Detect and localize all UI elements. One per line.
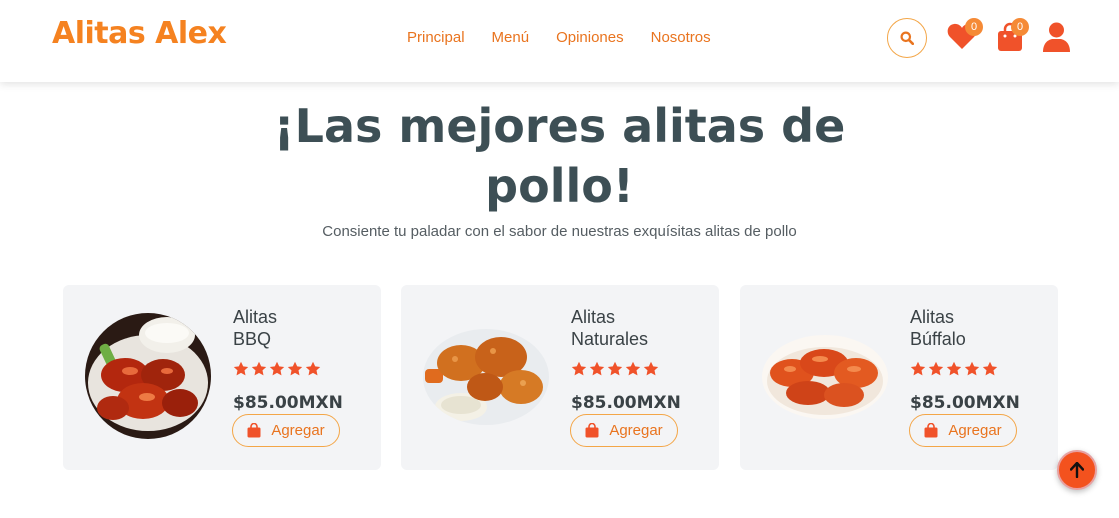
- nav-link-opiniones[interactable]: Opiniones: [556, 29, 624, 46]
- star-icon: [964, 361, 980, 376]
- add-to-cart-button[interactable]: Agregar: [909, 414, 1017, 447]
- arrow-up-icon: [1070, 462, 1084, 478]
- star-icon: [305, 361, 321, 376]
- star-icon: [625, 361, 641, 376]
- cart-count-badge: 0: [1011, 18, 1029, 36]
- nav-link-principal[interactable]: Principal: [407, 29, 465, 46]
- star-icon: [571, 361, 587, 376]
- hero-subtitle: Consiente tu paladar con el sabor de nue…: [322, 223, 797, 240]
- hero-title-line-2: pollo!: [485, 159, 634, 213]
- star-icon: [589, 361, 605, 376]
- favorites-count-badge: 0: [965, 18, 983, 36]
- add-to-cart-button[interactable]: Agregar: [232, 414, 340, 447]
- product-image-naturales: [423, 329, 549, 425]
- shopping-bag-icon: [924, 423, 938, 438]
- product-name: Alitas BBQ: [233, 307, 278, 349]
- search-button[interactable]: [887, 18, 927, 58]
- star-icon: [982, 361, 998, 376]
- account-button[interactable]: [1043, 22, 1070, 57]
- hero-title: ¡Las mejores alitas de pollo!: [0, 96, 1119, 216]
- product-price: $85.00MXN: [571, 393, 681, 413]
- star-icon: [251, 361, 267, 376]
- product-card-buffalo: Alitas Búffalo $85.00MXN Agregar: [740, 285, 1058, 470]
- nav-link-nosotros[interactable]: Nosotros: [651, 29, 711, 46]
- site-logo[interactable]: Alitas Alex: [52, 16, 227, 51]
- favorites-button[interactable]: 0: [947, 18, 983, 55]
- site-header: Alitas Alex Principal Menú Opiniones Nos…: [0, 0, 1119, 82]
- star-icon: [928, 361, 944, 376]
- product-price: $85.00MXN: [233, 393, 343, 413]
- product-name: Alitas Búffalo: [910, 307, 966, 349]
- cart-button[interactable]: 0: [997, 18, 1029, 57]
- star-icon: [269, 361, 285, 376]
- search-icon: [900, 31, 914, 45]
- star-icon: [607, 361, 623, 376]
- shopping-bag-icon: [247, 423, 261, 438]
- user-icon: [1043, 22, 1070, 52]
- star-icon: [233, 361, 249, 376]
- star-icon: [946, 361, 962, 376]
- product-rating: [233, 361, 321, 376]
- nav-link-menu[interactable]: Menú: [492, 29, 530, 46]
- product-name: Alitas Naturales: [571, 307, 649, 349]
- shopping-bag-icon: [585, 423, 599, 438]
- scroll-to-top-button[interactable]: [1057, 450, 1097, 490]
- star-icon: [643, 361, 659, 376]
- hero-title-line-1: ¡Las mejores alitas de: [273, 99, 846, 153]
- product-image-buffalo: [762, 335, 888, 419]
- product-image-bbq: [85, 313, 211, 439]
- product-card-bbq: Alitas BBQ $85.00MXN Agregar: [63, 285, 381, 470]
- main-nav: Principal Menú Opiniones Nosotros: [407, 29, 738, 46]
- star-icon: [910, 361, 926, 376]
- product-card-naturales: Alitas Naturales $85.00MXN Agregar: [401, 285, 719, 470]
- product-rating: [910, 361, 998, 376]
- star-icon: [287, 361, 303, 376]
- add-to-cart-button[interactable]: Agregar: [570, 414, 678, 447]
- product-rating: [571, 361, 659, 376]
- product-price: $85.00MXN: [910, 393, 1020, 413]
